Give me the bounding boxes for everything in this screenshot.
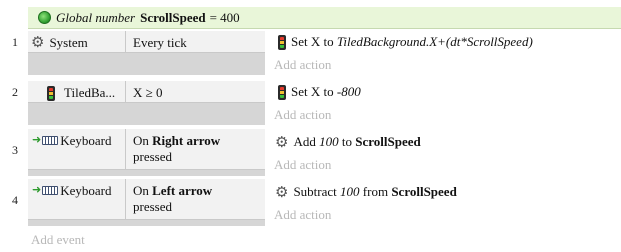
conditions-area[interactable]: ➜ Keyboard On Left arrow pressed — [28, 179, 265, 226]
condition-text: On Right arrow pressed — [133, 133, 263, 165]
event-block-2[interactable]: TiledBa... X ≥ 0 Set X to -800 Add actio… — [28, 81, 621, 125]
action-connector: from — [359, 184, 392, 199]
gear-icon: ⚙ — [31, 33, 45, 51]
traffic-light-icon — [47, 86, 55, 101]
object-name: Keyboard — [60, 133, 112, 148]
globe-icon — [38, 11, 51, 24]
event-block-4[interactable]: ➜ Keyboard On Left arrow pressed ⚙ Subtr… — [28, 179, 621, 226]
global-variable-value: = 400 — [209, 9, 240, 25]
keyboard-icon — [42, 136, 59, 145]
event-number-1: 1 — [12, 35, 18, 49]
action-prefix: Set X to — [291, 84, 337, 99]
action-verb: Add — [293, 134, 320, 149]
conditions-area[interactable]: ➜ Keyboard On Right arrow pressed — [28, 129, 265, 176]
add-action-link[interactable]: Add action — [274, 107, 331, 123]
condition-text: On Left arrow pressed — [133, 183, 263, 215]
add-action-link[interactable]: Add action — [274, 157, 331, 173]
condition-object: ⚙ System — [28, 31, 126, 52]
global-variable-name: ScrollSpeed — [140, 9, 206, 25]
object-name: Keyboard — [60, 183, 112, 198]
event-block-3[interactable]: ➜ Keyboard On Right arrow pressed ⚙ Add … — [28, 129, 621, 176]
add-event-link[interactable]: Add event — [31, 232, 85, 248]
add-action-link[interactable]: Add action — [274, 57, 331, 73]
action-row[interactable]: Set X to TiledBackground.X+(dt*ScrollSpe… — [272, 32, 533, 52]
conditions-area[interactable]: ⚙ System Every tick — [28, 31, 265, 75]
condition-prefix: On — [133, 183, 153, 198]
conditions-area[interactable]: TiledBa... X ≥ 0 — [28, 81, 265, 125]
condition-row[interactable]: ➜ Keyboard On Left arrow pressed — [28, 179, 265, 220]
traffic-light-icon — [278, 84, 286, 100]
object-name: TiledBa... — [64, 85, 116, 100]
action-connector: to — [338, 134, 356, 149]
condition-text: Every tick — [133, 35, 187, 50]
event-number-4: 4 — [12, 193, 18, 207]
action-expression: -800 — [336, 84, 361, 99]
object-name: System — [49, 35, 88, 50]
action-row[interactable]: ⚙ Subtract 100 from ScrollSpeed — [272, 182, 457, 202]
trigger-arrow-icon: ➜ — [32, 183, 42, 196]
global-variable-row[interactable]: Global number ScrollSpeed = 400 — [28, 7, 621, 29]
condition-key: Left arrow — [152, 183, 213, 198]
action-value: 100 — [340, 184, 360, 199]
global-keyword: Global number — [56, 9, 136, 25]
event-block-1[interactable]: ⚙ System Every tick Set X to TiledBackgr… — [28, 31, 621, 75]
action-verb: Subtract — [293, 184, 341, 199]
action-row[interactable]: Set X to -800 — [272, 82, 361, 102]
gear-icon: ⚙ — [275, 132, 289, 151]
condition-object: ➜ Keyboard — [28, 179, 126, 219]
action-variable: ScrollSpeed — [355, 134, 421, 149]
keyboard-icon — [42, 186, 59, 195]
condition-text: X ≥ 0 — [133, 85, 163, 100]
gear-icon: ⚙ — [275, 182, 289, 201]
event-number-2: 2 — [12, 85, 18, 99]
condition-key: Right arrow — [152, 133, 221, 148]
condition-object: TiledBa... — [28, 81, 126, 102]
trigger-arrow-icon: ➜ — [32, 133, 42, 146]
action-expression: TiledBackground.X+(dt*ScrollSpeed) — [336, 34, 533, 49]
add-action-link[interactable]: Add action — [274, 207, 331, 223]
condition-row[interactable]: TiledBa... X ≥ 0 — [28, 81, 265, 103]
condition-row[interactable]: ➜ Keyboard On Right arrow pressed — [28, 129, 265, 170]
action-prefix: Set X to — [291, 34, 337, 49]
traffic-light-icon — [278, 34, 286, 50]
condition-row[interactable]: ⚙ System Every tick — [28, 31, 265, 53]
action-row[interactable]: ⚙ Add 100 to ScrollSpeed — [272, 132, 421, 152]
condition-prefix: On — [133, 133, 153, 148]
condition-object: ➜ Keyboard — [28, 129, 126, 169]
event-number-3: 3 — [12, 143, 18, 157]
condition-suffix: pressed — [133, 149, 172, 164]
action-value: 100 — [319, 134, 339, 149]
action-variable: ScrollSpeed — [391, 184, 457, 199]
condition-suffix: pressed — [133, 199, 172, 214]
